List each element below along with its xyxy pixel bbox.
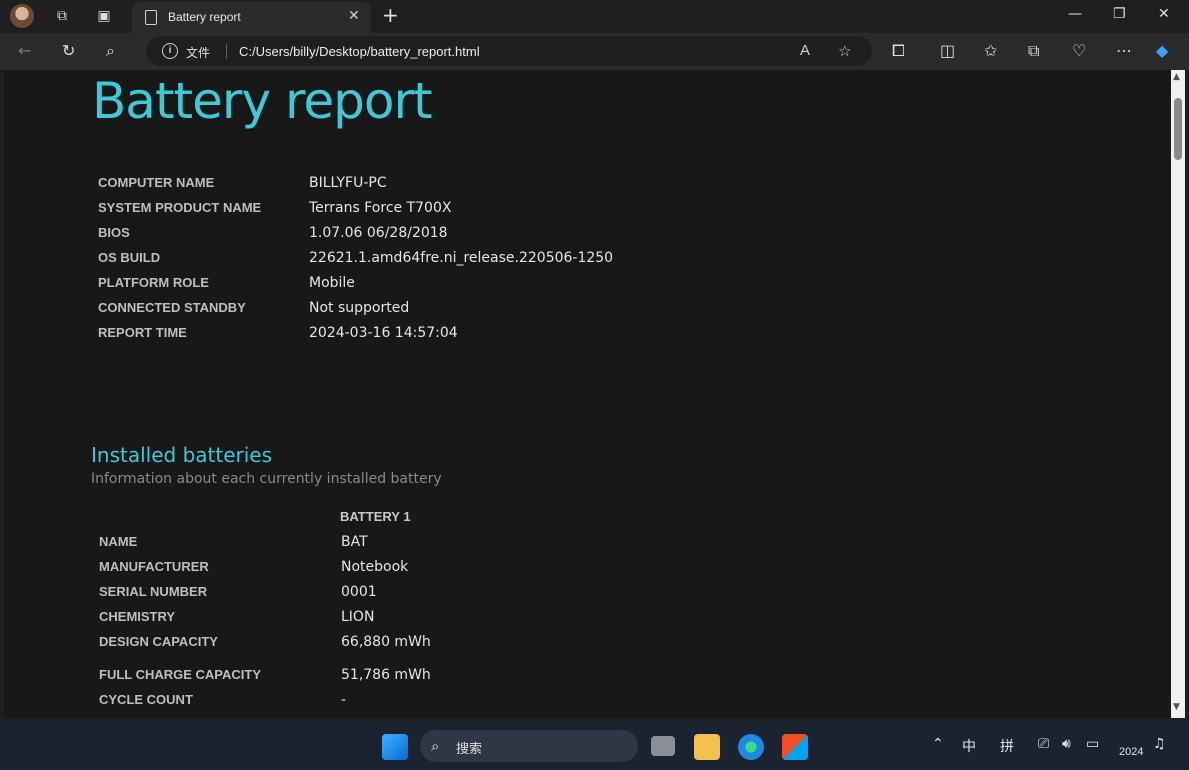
row-key: SERIAL NUMBER (99, 584, 208, 599)
table-row: FULL CHARGE CAPACITY 51,786 mWh (99, 667, 999, 687)
show-hidden-icons-icon[interactable]: ⌃ (932, 736, 944, 752)
row-key: PLATFORM ROLE (98, 275, 209, 290)
volume-icon[interactable]: 🔊︎ (1062, 736, 1071, 752)
search-icon: ⌕ (431, 737, 440, 755)
file-explorer-icon[interactable] (694, 734, 720, 760)
close-tab-icon[interactable]: ✕ (348, 8, 360, 24)
vertical-scrollbar[interactable]: ▲ ▼ (1171, 70, 1185, 718)
search-label: 搜索 (456, 742, 483, 757)
row-key: REPORT TIME (98, 325, 187, 340)
table-row: BIOS 1.07.06 06/28/2018 (98, 225, 998, 245)
row-value: BAT (341, 534, 368, 550)
row-key: CHEMISTRY (99, 609, 176, 624)
network-icon[interactable]: ⎚ (1038, 736, 1049, 752)
battery-column-header: BATTERY 1 (340, 509, 411, 524)
url-text[interactable]: C:/Users/billy/Desktop/battery_report.ht… (239, 44, 480, 59)
row-key: FULL CHARGE CAPACITY (99, 667, 262, 682)
table-row: SERIAL NUMBER 0001 (99, 584, 999, 604)
refresh-icon[interactable]: ↻ (62, 41, 75, 60)
edge-browser-icon[interactable] (738, 734, 764, 760)
back-arrow-icon[interactable]: ← (18, 41, 31, 60)
row-value: Not supported (309, 300, 410, 316)
microsoft-store-icon[interactable] (782, 734, 808, 760)
installed-batteries-subheading: Information about each currently install… (91, 471, 442, 487)
table-row: MANUFACTURER Notebook (99, 559, 999, 579)
row-key: NAME (99, 534, 138, 549)
address-scheme-label: 文件 (186, 46, 211, 60)
task-view-icon[interactable] (651, 736, 675, 756)
row-value: 1.07.06 06/28/2018 (309, 225, 448, 241)
notification-bell-icon[interactable]: ♫ (1153, 736, 1166, 752)
navigation-bar: ← ↻ ⌕ i 文件 C:/Users/billy/Desktop/batter… (0, 33, 1189, 70)
table-row: DESIGN CAPACITY 66,880 mWh (99, 634, 999, 654)
extensions-icon[interactable]: ⧠ (892, 41, 905, 61)
new-tab-button[interactable]: + (382, 3, 399, 27)
table-row: SYSTEM PRODUCT NAME Terrans Force T700X (98, 200, 998, 220)
search-icon[interactable]: ⌕ (106, 41, 115, 61)
taskbar-search[interactable]: ⌕ 搜索 (420, 730, 638, 762)
row-value: 2024-03-16 14:57:04 (309, 325, 458, 341)
row-key: OS BUILD (98, 250, 161, 265)
scroll-down-icon[interactable]: ▼ (1173, 702, 1180, 712)
row-value: 0001 (341, 584, 377, 600)
table-row: PLATFORM ROLE Mobile (98, 275, 998, 295)
ime-pinyin[interactable]: 拼 (1000, 736, 1014, 756)
tab-bar: ⧉ ▣ Battery report ✕ + — ❐ ✕ (0, 0, 1189, 33)
row-key: COMPUTER NAME (98, 175, 215, 190)
taskbar: ⌕ 搜索 ⌃ 中 拼 ⎚ 🔊︎ ▭ 2024 ♫ (0, 722, 1189, 770)
favorite-star-icon[interactable]: ☆ (838, 42, 851, 60)
read-aloud-icon[interactable]: A (800, 42, 810, 59)
battery-icon[interactable]: ▭ (1086, 736, 1099, 752)
table-row: CHEMISTRY LION (99, 609, 999, 629)
close-window-button[interactable]: ✕ (1158, 6, 1170, 22)
row-value: - (341, 692, 347, 708)
info-icon[interactable]: i (162, 43, 178, 59)
ime-mode[interactable]: 中 (962, 736, 976, 756)
row-value: LION (341, 609, 375, 625)
table-row: REPORT TIME 2024-03-16 14:57:04 (98, 325, 998, 345)
row-value: 22621.1.amd64fre.ni_release.220506-1250 (309, 250, 614, 266)
table-row: COMPUTER NAME BILLYFU-PC (98, 175, 998, 195)
row-value: BILLYFU-PC (309, 175, 387, 191)
page-content: Battery report COMPUTER NAME BILLYFU-PC SY… (4, 70, 1171, 718)
row-key: CYCLE COUNT (99, 692, 193, 707)
address-divider (226, 44, 227, 59)
address-bar[interactable]: i 文件 C:/Users/billy/Desktop/battery_repo… (146, 36, 872, 66)
copilot-icon[interactable]: ◆ (1156, 41, 1168, 60)
table-row: OS BUILD 22621.1.amd64fre.ni_release.2205… (98, 250, 998, 270)
report-title: Battery report (92, 72, 433, 130)
row-key: CONNECTED STANDBY (98, 300, 246, 315)
browser-essentials-icon[interactable]: ♡ (1072, 41, 1086, 60)
row-value: Notebook (341, 559, 409, 575)
tab-battery-report[interactable]: Battery report ✕ (132, 2, 371, 33)
row-value: 51,786 mWh (341, 667, 431, 683)
windows-start-icon[interactable] (382, 734, 408, 760)
row-value: Terrans Force T700X (309, 200, 452, 216)
tab-title: Battery report (168, 10, 241, 24)
row-value: Mobile (309, 275, 355, 291)
more-menu-icon[interactable]: ⋯ (1116, 41, 1132, 60)
scrollbar-thumb[interactable] (1174, 98, 1182, 160)
row-key: MANUFACTURER (99, 559, 209, 574)
row-key: BIOS (98, 225, 130, 240)
scroll-up-icon[interactable]: ▲ (1173, 72, 1180, 82)
row-key: DESIGN CAPACITY (99, 634, 218, 649)
workspaces-icon[interactable]: ⧉ (50, 5, 74, 27)
vertical-tabs-icon[interactable]: ▣ (92, 5, 116, 27)
row-value: 66,880 mWh (341, 634, 431, 650)
installed-batteries-heading: Installed batteries (91, 443, 273, 467)
table-row: CONNECTED STANDBY Not supported (98, 300, 998, 320)
clock[interactable]: 2024 (1119, 746, 1143, 758)
collections-icon[interactable]: ⧉ (1028, 41, 1039, 61)
split-screen-icon[interactable]: ◫ (940, 41, 955, 60)
table-row: CYCLE COUNT - (99, 692, 999, 712)
restore-button[interactable]: ❐ (1113, 6, 1126, 22)
row-key: SYSTEM PRODUCT NAME (98, 200, 262, 215)
minimize-button[interactable]: — (1068, 6, 1082, 22)
table-row: NAME BAT (99, 534, 999, 554)
page-icon (145, 10, 157, 25)
profile-avatar[interactable] (10, 4, 34, 28)
favorites-icon[interactable]: ✩ (984, 41, 997, 60)
